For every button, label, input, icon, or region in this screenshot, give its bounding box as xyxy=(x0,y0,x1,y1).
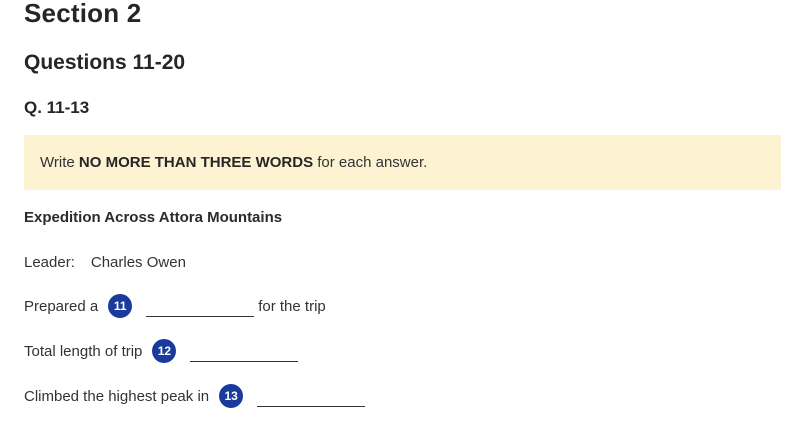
section-title: Section 2 xyxy=(24,0,142,28)
leader-value: Charles Owen xyxy=(90,253,186,271)
leader-row: Leader: Charles Owen xyxy=(24,249,186,275)
questions-title: Questions 11-20 xyxy=(24,51,186,74)
question-number-badge-11: 11 xyxy=(108,294,133,318)
instruction-emphasis: NO MORE THAN THREE WORDS xyxy=(78,154,314,171)
instruction-box: Write NO MORE THAN THREE WORDS for each … xyxy=(24,135,781,190)
instruction-suffix: for each answer. xyxy=(317,154,428,171)
question-11-after-text: for the trip xyxy=(258,297,326,315)
form-title: Expedition Across Attora Mountains xyxy=(24,209,283,226)
leader-label: Leader: xyxy=(24,253,75,271)
instruction-prefix: Write xyxy=(40,154,75,171)
question-row-12: Total length of trip 12 xyxy=(24,338,299,364)
question-row-13: Climbed the highest peak in 13 xyxy=(24,383,366,409)
question-number-badge-12: 12 xyxy=(152,339,177,363)
answer-input-13[interactable] xyxy=(257,387,366,407)
question-row-11: Prepared a 11 for the trip xyxy=(24,293,326,319)
question-13-text: Climbed the highest peak in xyxy=(24,387,210,405)
question-11-text: Prepared a xyxy=(24,297,99,315)
question-12-text: Total length of trip xyxy=(24,342,143,360)
answer-input-11[interactable] xyxy=(146,297,255,317)
question-number-badge-13: 13 xyxy=(219,384,244,408)
question-range-title: Q. 11-13 xyxy=(24,98,90,117)
answer-input-12[interactable] xyxy=(190,342,299,362)
